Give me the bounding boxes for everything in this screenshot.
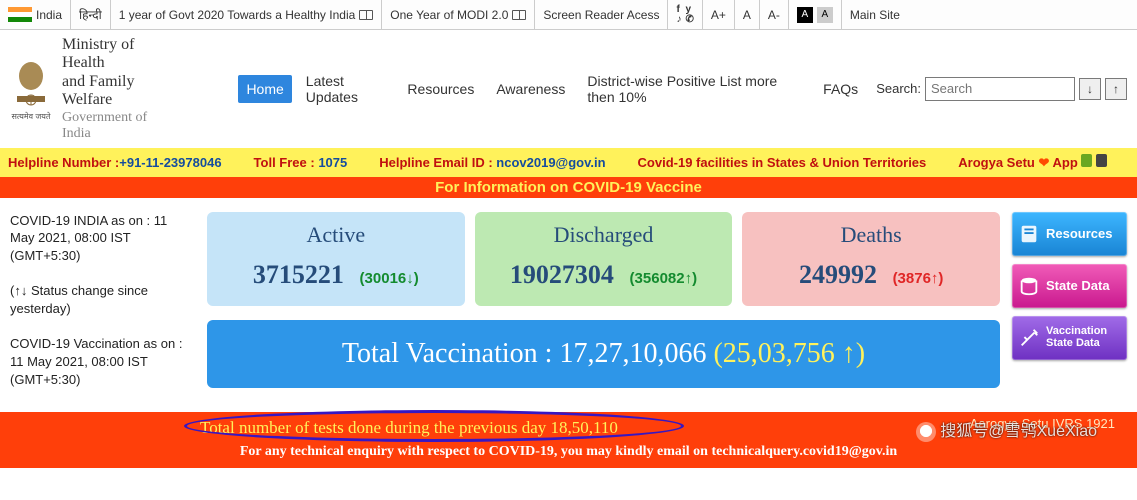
stat-card-row: Active 3715221 (30016↓) Discharged 19027… [207,212,1000,306]
deaths-value: 249992 [799,260,877,290]
deaths-delta: (3876↑) [893,270,944,287]
syringe-icon [1018,327,1040,349]
ministry-line2: and Family Welfare [62,73,178,110]
sort-down-button[interactable]: ↓ [1079,78,1101,100]
country-label: India [36,8,62,22]
technical-enquiry-text: For any technical enquiry with respect t… [10,444,1127,460]
emblem-block: सत्यमेव जयते [10,56,52,122]
search-area: Search: ↓ ↑ [876,77,1127,101]
nav-faqs[interactable]: FAQs [815,75,866,103]
social-icons: f♪ [676,5,681,25]
discharged-card: Discharged 19027304 (356082↑) [475,212,733,306]
utility-bar: India हिन्दी 1 year of Govt 2020 Towards… [0,0,1137,30]
deaths-title: Deaths [748,222,994,248]
bottom-banner: Total number of tests done during the pr… [0,412,1137,468]
discharged-delta: (356082↑) [630,270,698,287]
vaccination-asof-text: COVID-19 Vaccination as on : 11 May 2021… [10,335,195,388]
vaccination-state-label: Vaccination State Data [1046,326,1121,349]
ivrs-text: Aarogya Setu IVRS 1921 [970,416,1115,431]
state-data-label: State Data [1046,278,1110,293]
resources-button[interactable]: Resources [1012,212,1127,256]
social-links[interactable]: f♪ y✆ [667,0,701,29]
theme-toggle[interactable]: A A [788,0,841,29]
main-content: COVID-19 INDIA as on : 11 May 2021, 08:0… [0,198,1137,412]
font-decrease[interactable]: A- [759,0,788,29]
database-icon [1018,275,1040,297]
header: सत्यमेव जयते Ministry of Health and Fami… [0,30,1137,148]
font-increase[interactable]: A+ [702,0,734,29]
state-data-button[interactable]: State Data [1012,264,1127,308]
govt-year-link[interactable]: 1 year of Govt 2020 Towards a Healthy In… [110,0,382,29]
screen-reader-link[interactable]: Screen Reader Acess [534,0,667,29]
search-input[interactable] [925,77,1075,101]
tests-text: Total number of tests done during the pr… [200,418,618,437]
tollfree-key: Toll Free : [254,155,315,170]
helpline-value: +91-11-23978046 [119,155,221,170]
ministry-line1: Ministry of Health [62,36,178,73]
helpline-bar: Helpline Number :+91-11-23978046 Toll Fr… [0,148,1137,177]
main-nav: Home Latest Updates Resources Awareness … [238,67,866,111]
india-asof-text: COVID-19 INDIA as on : 11 May 2021, 08:0… [10,212,195,265]
tollfree-value: 1075 [318,155,347,170]
emblem-caption: सत्यमेव जयते [10,111,52,122]
language-link[interactable]: हिन्दी [70,0,110,29]
total-vaccination-card: Total Vaccination : 17,27,10,066 (25,03,… [207,320,1000,388]
tests-line: Total number of tests done during the pr… [10,418,1127,438]
sort-up-button[interactable]: ↑ [1105,78,1127,100]
arogya-key: Arogya Setu [958,155,1035,170]
main-site-link[interactable]: Main Site [841,0,908,29]
apple-icon [1096,154,1107,167]
facilities-link[interactable]: Covid-19 facilities in States & Union Te… [638,155,927,170]
helpline-key: Helpline Number : [8,155,119,170]
active-card: Active 3715221 (30016↓) [207,212,465,306]
active-value: 3715221 [253,260,344,290]
govt-year-label: 1 year of Govt 2020 Towards a Healthy In… [119,8,356,22]
status-change-note: (↑↓ Status change since yesterday) [10,282,195,317]
book-icon [359,10,373,20]
stats-column: Active 3715221 (30016↓) Discharged 19027… [207,212,1000,388]
modi-year-link[interactable]: One Year of MODI 2.0 [381,0,534,29]
nav-home[interactable]: Home [238,75,291,103]
social-icons: y✆ [685,5,693,25]
nav-district-list[interactable]: District-wise Positive List more then 10… [579,67,809,111]
theme-light-icon: A [817,7,833,23]
vaccination-delta: (25,03,756 ↑) [713,338,865,369]
nav-awareness[interactable]: Awareness [488,75,573,103]
ministry-line3: Government of India [62,110,178,142]
helpline-email[interactable]: Helpline Email ID : ncov2019@gov.in [379,155,605,170]
helpline-number[interactable]: Helpline Number :+91-11-23978046 [8,155,222,170]
vaccination-label: Total Vaccination : [342,338,553,369]
arogya-setu-link[interactable]: Arogya Setu ❤ App [958,154,1107,171]
nav-resources[interactable]: Resources [399,75,482,103]
heart-icon: ❤ [1038,155,1049,170]
nav-latest-updates[interactable]: Latest Updates [298,67,394,111]
vaccination-state-data-button[interactable]: Vaccination State Data [1012,316,1127,360]
india-flag-icon [8,7,32,23]
vaccine-info-banner[interactable]: For Information on COVID-19 Vaccine [0,177,1137,198]
active-title: Active [213,222,459,248]
context-column: COVID-19 INDIA as on : 11 May 2021, 08:0… [10,212,195,406]
ministry-title: Ministry of Health and Family Welfare Go… [62,36,178,142]
active-delta: (30016↓) [360,270,419,287]
modi-year-label: One Year of MODI 2.0 [390,8,508,22]
font-normal[interactable]: A [734,0,759,29]
vaccination-value: 17,27,10,066 [559,338,706,369]
android-icon [1081,154,1092,167]
discharged-title: Discharged [481,222,727,248]
email-value: ncov2019@gov.in [496,155,605,170]
country-selector[interactable]: India [0,0,70,29]
book-icon [512,10,526,20]
toll-free[interactable]: Toll Free : 1075 [254,155,348,170]
theme-dark-icon: A [797,7,813,23]
email-key: Helpline Email ID : [379,155,492,170]
discharged-value: 19027304 [510,260,614,290]
search-label: Search: [876,81,921,96]
arogya-app-label: App [1053,155,1078,170]
side-buttons: Resources State Data Vaccination State D… [1012,212,1127,360]
resources-icon [1018,223,1040,245]
deaths-card: Deaths 249992 (3876↑) [742,212,1000,306]
india-emblem-icon [10,56,52,111]
resources-label: Resources [1046,226,1112,241]
